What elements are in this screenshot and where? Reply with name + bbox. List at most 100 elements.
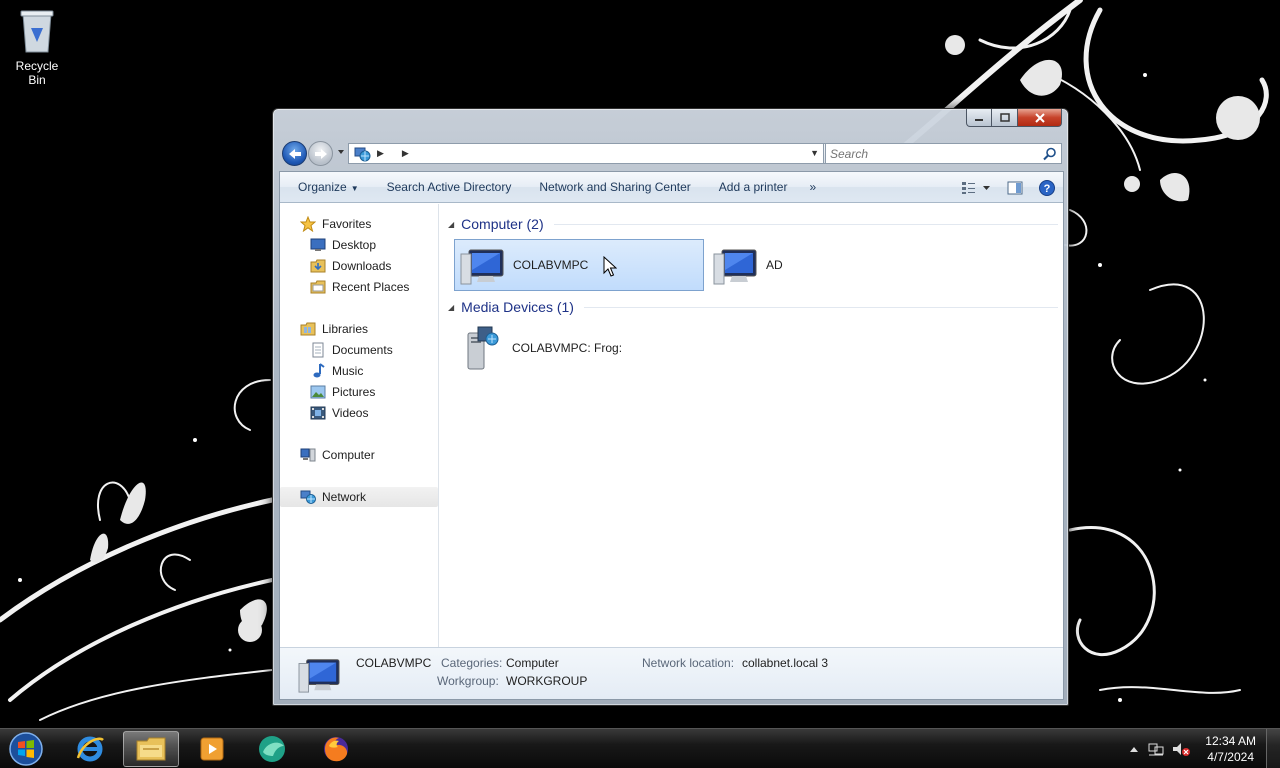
search-icon[interactable] xyxy=(1043,147,1057,161)
search-input[interactable] xyxy=(830,146,1030,161)
clock-time: 12:34 AM xyxy=(1205,734,1256,748)
svg-text:?: ? xyxy=(1044,183,1051,195)
taskbar-media-player[interactable] xyxy=(184,731,240,767)
organize-button[interactable]: Organize ▼ xyxy=(280,180,373,194)
arrow-right-icon xyxy=(314,148,327,159)
preview-pane-button[interactable] xyxy=(999,172,1031,203)
navigation-bar: ▶ ▶ ▼ xyxy=(280,139,1062,167)
taskbar-chat-app[interactable] xyxy=(245,731,301,767)
network-computer-item[interactable]: AD xyxy=(708,239,958,291)
navigation-pane: Favorites Desktop Downloads Recent Place… xyxy=(280,204,439,647)
maximize-button[interactable] xyxy=(992,109,1018,127)
show-hidden-icons-chevron-up-icon[interactable] xyxy=(1127,743,1141,755)
address-bar[interactable]: ▶ ▶ ▼ xyxy=(348,143,824,164)
system-tray: 12:34 AM 4/7/2024 xyxy=(1127,729,1280,768)
network-location-icon xyxy=(354,147,371,161)
computer-monitor-icon xyxy=(298,659,340,693)
computer-monitor-icon xyxy=(713,249,757,285)
back-button[interactable] xyxy=(282,141,307,166)
collapse-triangle-icon[interactable]: ◢ xyxy=(448,303,454,312)
more-commands-button[interactable]: » xyxy=(801,180,824,194)
videos-icon xyxy=(310,406,326,420)
arrow-left-icon xyxy=(288,148,301,159)
nav-downloads[interactable]: Downloads xyxy=(280,256,438,276)
explorer-content: Organize ▼ Search Active Directory Networ… xyxy=(279,171,1064,700)
nav-libraries[interactable]: Libraries xyxy=(280,319,438,339)
nav-music[interactable]: Music xyxy=(280,361,438,381)
search-box[interactable] xyxy=(825,143,1062,164)
breadcrumb-arrow-icon[interactable]: ▶ xyxy=(377,148,384,159)
nav-recent-places[interactable]: Recent Places xyxy=(280,277,438,297)
nav-documents[interactable]: Documents xyxy=(280,340,438,360)
recent-pages-chevron-down-icon[interactable] xyxy=(337,147,345,157)
nav-favorites[interactable]: Favorites xyxy=(280,214,438,234)
workgroup-value: WORKGROUP xyxy=(506,674,588,688)
network-computer-item[interactable]: COLABVMPC xyxy=(454,239,704,291)
star-icon xyxy=(300,216,316,232)
breadcrumb-arrow-icon[interactable]: ▶ xyxy=(402,148,409,159)
nav-videos[interactable]: Videos xyxy=(280,403,438,423)
taskbar-windows-explorer[interactable] xyxy=(123,731,179,767)
organize-label: Organize xyxy=(298,180,347,194)
item-name: COLABVMPC xyxy=(513,258,589,272)
nav-libraries-label: Libraries xyxy=(322,322,369,336)
pictures-icon xyxy=(310,385,326,399)
group-header-media-devices[interactable]: ◢ Media Devices (1) xyxy=(448,297,1058,317)
group-divider xyxy=(583,306,1058,308)
help-icon: ? xyxy=(1039,179,1055,196)
details-pane: COLABVMPC Categories: Computer Workgroup… xyxy=(280,647,1063,699)
taskbar-internet-explorer[interactable] xyxy=(62,731,118,767)
taskbar-firefox[interactable] xyxy=(308,731,364,767)
chevron-down-icon: ▼ xyxy=(350,184,359,193)
nav-music-label: Music xyxy=(332,364,364,378)
clock-date: 4/7/2024 xyxy=(1207,750,1254,764)
add-printer-button[interactable]: Add a printer xyxy=(705,180,802,194)
window-controls xyxy=(966,109,1062,127)
internet-explorer-icon xyxy=(76,736,104,762)
nav-favorites-label: Favorites xyxy=(322,217,372,231)
file-list-pane: ◢ Computer (2) COLABVMPC AD ◢ Media Devi… xyxy=(440,204,1063,647)
documents-icon xyxy=(312,342,324,358)
nav-videos-label: Videos xyxy=(332,406,369,420)
preview-pane-icon xyxy=(1007,181,1023,194)
search-active-directory-button[interactable]: Search Active Directory xyxy=(373,180,526,194)
command-bar: Organize ▼ Search Active Directory Networ… xyxy=(280,172,1063,203)
group-header-computer[interactable]: ◢ Computer (2) xyxy=(448,214,1058,234)
categories-label: Categories: xyxy=(441,656,503,670)
categories-value: Computer xyxy=(506,656,559,670)
close-button[interactable] xyxy=(1018,109,1062,127)
clock[interactable]: 12:34 AM 4/7/2024 xyxy=(1195,733,1266,765)
media-device-item[interactable]: COLABVMPC: Frog: xyxy=(454,322,704,374)
network-location-label: Network location: xyxy=(642,656,735,670)
item-name: COLABVMPC: Frog: xyxy=(512,341,623,355)
minimize-icon xyxy=(975,118,983,121)
help-button[interactable]: ? xyxy=(1031,172,1063,203)
recycle-bin-label: Recycle Bin xyxy=(15,59,59,87)
collapse-triangle-icon[interactable]: ◢ xyxy=(448,220,454,229)
volume-muted-icon[interactable] xyxy=(1171,741,1191,757)
nav-desktop[interactable]: Desktop xyxy=(280,235,438,255)
address-history-chevron-down-icon[interactable]: ▼ xyxy=(810,148,819,158)
taskbar: 12:34 AM 4/7/2024 xyxy=(0,728,1280,768)
green-bird-app-icon xyxy=(259,736,285,762)
recent-places-icon xyxy=(310,280,326,294)
view-options-icon xyxy=(962,181,990,194)
nav-network[interactable]: Network xyxy=(280,487,438,507)
workgroup-label: Workgroup: xyxy=(437,674,499,688)
nav-computer[interactable]: Computer xyxy=(280,445,438,465)
network-icon xyxy=(300,490,316,504)
show-desktop-button[interactable] xyxy=(1266,729,1280,768)
recycle-bin-desktop-icon[interactable]: Recycle Bin xyxy=(6,6,68,87)
network-location-value: collabnet.local 3 xyxy=(742,656,829,670)
firefox-icon xyxy=(324,737,348,762)
start-button[interactable] xyxy=(6,731,46,767)
minimize-button[interactable] xyxy=(966,109,992,127)
nav-pictures[interactable]: Pictures xyxy=(280,382,438,402)
network-status-icon[interactable] xyxy=(1147,741,1165,757)
change-view-button[interactable] xyxy=(953,172,999,203)
windows-logo-icon xyxy=(9,732,43,766)
media-server-icon xyxy=(467,326,499,370)
network-sharing-center-button[interactable]: Network and Sharing Center xyxy=(525,180,704,194)
computer-icon xyxy=(300,448,316,462)
forward-button[interactable] xyxy=(308,141,333,166)
